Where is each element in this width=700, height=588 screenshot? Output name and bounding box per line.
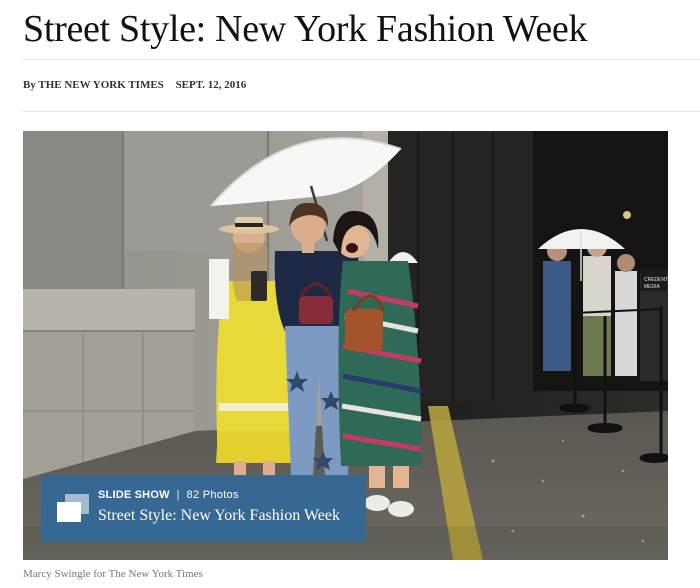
slideshow-separator: |: [176, 489, 180, 501]
slideshow-badge[interactable]: SLIDE SHOW | 82 Photos Street Style: New Y…: [41, 475, 366, 542]
media-sign-text: MEDIA: [644, 284, 661, 290]
slideshow-label: SLIDE SHOW: [98, 489, 170, 501]
headline-divider: [23, 59, 700, 60]
slideshow-title[interactable]: Street Style: New York Fashion Week: [98, 507, 340, 525]
article-page: Street Style: New York Fashion Week By T…: [0, 0, 700, 588]
slideshow-kicker: SLIDE SHOW | 82 Photos: [98, 489, 239, 501]
slideshow-photo-count: 82 Photos: [186, 489, 239, 501]
publish-date: SEPT. 12, 2016: [175, 79, 247, 91]
byline-divider: [23, 111, 700, 112]
credential-sign-text: CREDENTIAL: [644, 277, 668, 283]
article-headline: Street Style: New York Fashion Week: [23, 8, 588, 50]
byline: By THE NEW YORK TIMES: [23, 79, 164, 91]
slideshow-icon: [57, 494, 89, 522]
byline-row: By THE NEW YORK TIMES SEPT. 12, 2016: [23, 79, 246, 91]
photo-credit: Marcy Swingle for The New York Times: [23, 568, 203, 580]
